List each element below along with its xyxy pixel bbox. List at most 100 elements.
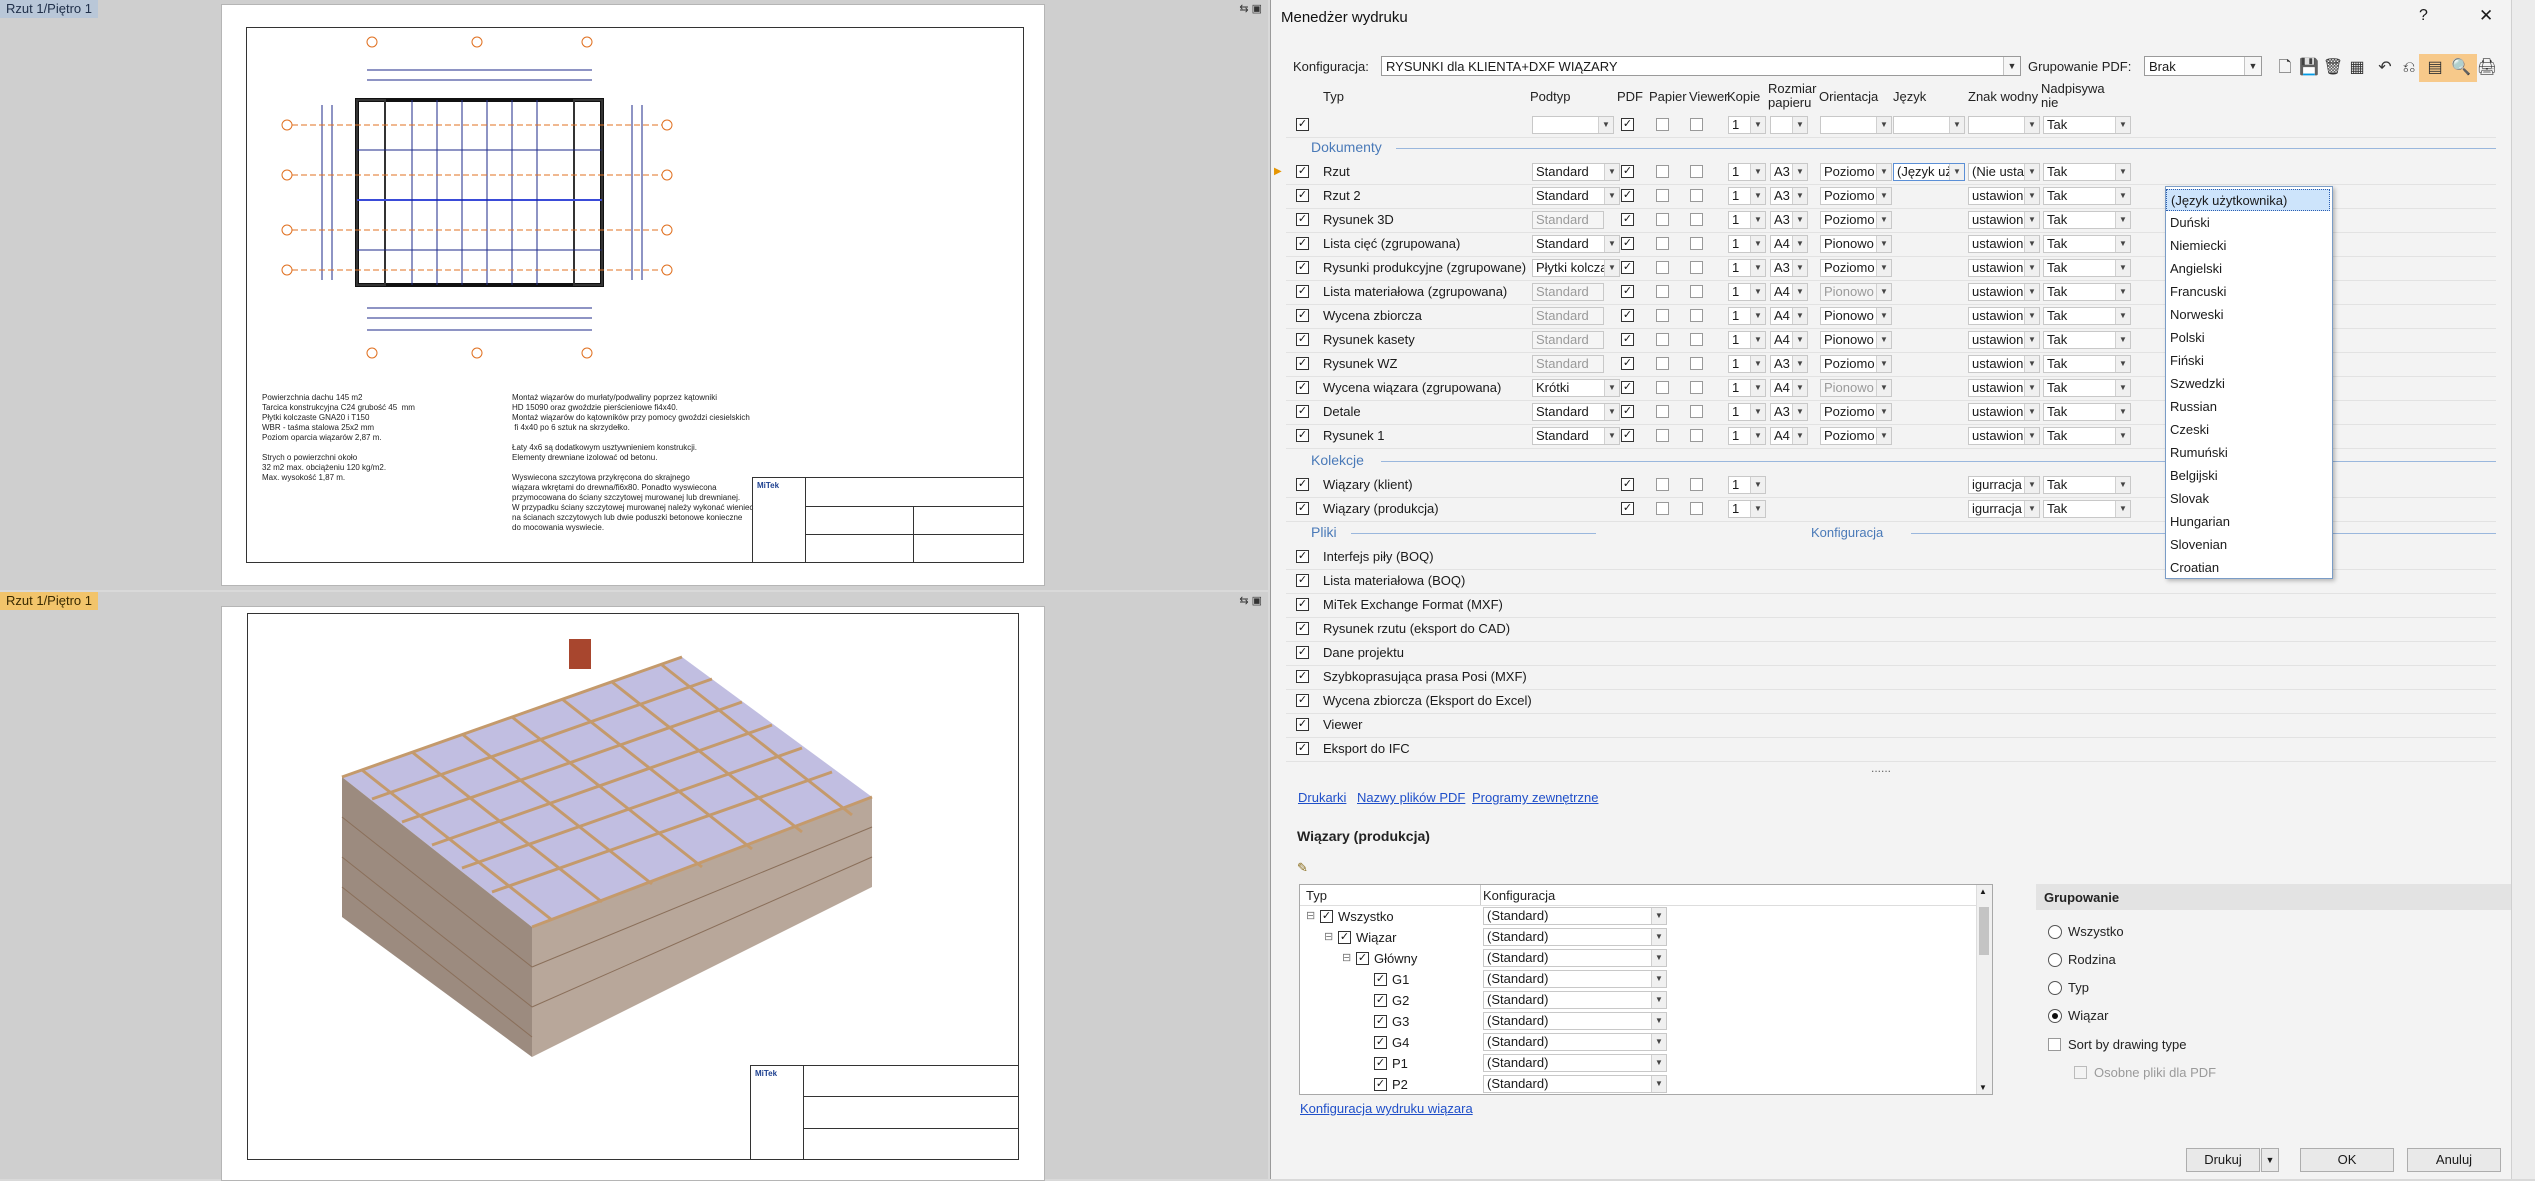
watermark-select[interactable]: ustawion ▼ [1968,211,2040,229]
subtype-select[interactable]: Płytki kolczast ▼ [1532,259,1620,277]
viewer-checkbox[interactable] [1690,478,1703,491]
language-option[interactable]: (Język użytkownika) [2166,189,2330,211]
subtype-select[interactable]: Krótki ▼ [1532,379,1620,397]
language-option[interactable]: Croatian [2166,557,2330,579]
copies-select[interactable]: 1 ▼ [1728,307,1766,325]
orientation-select[interactable]: Poziomo ▼ [1820,355,1892,373]
grouping-radio[interactable] [2048,953,2062,967]
col-header-watermark[interactable]: Znak wodny [1968,89,2038,104]
tree-row[interactable]: ✓ G2 (Standard) ▼ [1300,990,1976,1011]
copies-select[interactable]: 1 ▼ [1728,163,1766,181]
language-option[interactable]: Polski [2166,327,2330,349]
pdf-group-select[interactable]: Brak ▼ [2144,56,2262,76]
col-header-paper-size[interactable]: Rozmiar papieru [1768,82,1824,110]
orientation-select[interactable]: Poziomo ▼ [1820,163,1892,181]
language-option[interactable]: Niemiecki [2166,235,2330,257]
document-checkbox[interactable]: ✓ [1296,261,1309,274]
language-option[interactable]: Angielski [2166,258,2330,280]
language-option[interactable]: Norweski [2166,304,2330,326]
copies-select[interactable]: 1 ▼ [1728,211,1766,229]
select-all-checkbox[interactable]: ✓ [1296,118,1309,131]
copies-filter[interactable]: 1 ▼ [1728,116,1766,134]
language-option[interactable]: Slovak [2166,488,2330,510]
tree-checkbox[interactable]: ✓ [1320,910,1333,923]
orient-filter[interactable]: ▼ [1820,116,1892,134]
file-checkbox[interactable]: ✓ [1296,646,1309,659]
print-icon[interactable]: 🖨 [2471,54,2503,82]
language-select[interactable]: (Język użytko▼ [1893,163,1965,181]
pdf-checkbox[interactable]: ✓ [1621,357,1634,370]
paper-filter-checkbox[interactable] [1656,118,1669,131]
paper-checkbox[interactable] [1656,261,1669,274]
paper-size-select[interactable]: A4 ▼ [1770,427,1808,445]
pdf-checkbox[interactable]: ✓ [1621,309,1634,322]
file-checkbox[interactable]: ✓ [1296,550,1309,563]
override-select[interactable]: Tak ▼ [2043,307,2131,325]
paper-checkbox[interactable] [1656,357,1669,370]
watermark-select[interactable]: ustawion ▼ [1968,283,2040,301]
override-select[interactable]: Tak ▼ [2043,187,2131,205]
file-row[interactable]: ✓ MiTek Exchange Format (MXF) [1286,593,2496,618]
print-dropdown-button[interactable]: ▼ [2261,1148,2279,1172]
config-select[interactable]: RYSUNKI dla KLIENTA+DXF WIĄZARY ▼ [1381,56,2021,76]
document-checkbox[interactable]: ✓ [1296,165,1309,178]
tree-config-select[interactable]: (Standard) ▼ [1483,1054,1667,1072]
collapse-icon[interactable]: ⊟ [1342,948,1351,969]
override-select[interactable]: Tak ▼ [2043,283,2131,301]
paper-checkbox[interactable] [1656,213,1669,226]
language-option[interactable]: Rumuński [2166,442,2330,464]
tree-config-select[interactable]: (Standard) ▼ [1483,1012,1667,1030]
paper-checkbox[interactable] [1656,381,1669,394]
tree-config-select[interactable]: (Standard) ▼ [1483,1033,1667,1051]
tree-config-select[interactable]: (Standard) ▼ [1483,907,1667,925]
pdf-checkbox[interactable]: ✓ [1621,213,1634,226]
paper-size-select[interactable]: A3 ▼ [1770,163,1808,181]
language-dropdown[interactable]: (Język użytkownika) Duński Niemiecki Angiel… [2165,186,2333,579]
language-option[interactable]: Francuski [2166,281,2330,303]
file-checkbox[interactable]: ✓ [1296,598,1309,611]
copies-select[interactable]: 1 ▼ [1728,476,1766,494]
subtype-select[interactable]: Standard ▼ [1532,187,1620,205]
col-header-viewer[interactable]: Viewer [1689,89,1729,104]
subtype-select[interactable]: Standard ▼ [1532,403,1620,421]
paper-size-select[interactable]: A3 ▼ [1770,211,1808,229]
paper-checkbox[interactable] [1656,285,1669,298]
tree-row[interactable]: ✓ P1 (Standard) ▼ [1300,1053,1976,1074]
document-checkbox[interactable]: ✓ [1296,429,1309,442]
paper-size-select[interactable]: A3 ▼ [1770,259,1808,277]
tree-checkbox[interactable]: ✓ [1356,952,1369,965]
file-checkbox[interactable]: ✓ [1296,670,1309,683]
size-filter[interactable]: ▼ [1770,116,1808,134]
pdf-checkbox[interactable]: ✓ [1621,261,1634,274]
viewer-checkbox[interactable] [1690,261,1703,274]
tree-config-select[interactable]: (Standard) ▼ [1483,949,1667,967]
override-filter[interactable]: Tak ▼ [2043,116,2131,134]
viewer-checkbox[interactable] [1690,405,1703,418]
override-select[interactable]: Tak ▼ [2043,476,2131,494]
tree-row[interactable]: ✓ G4 (Standard) ▼ [1300,1032,1976,1053]
document-checkbox[interactable]: ✓ [1296,405,1309,418]
copies-select[interactable]: 1 ▼ [1728,331,1766,349]
paper-size-select[interactable]: A4 ▼ [1770,307,1808,325]
copies-select[interactable]: 1 ▼ [1728,283,1766,301]
cancel-button[interactable]: Anuluj [2407,1148,2501,1172]
file-row[interactable]: ✓ Szybkoprasująca prasa Posi (MXF) [1286,665,2496,690]
ok-button[interactable]: OK [2300,1148,2394,1172]
watermark-select[interactable]: ustawion ▼ [1968,187,2040,205]
collapse-icon[interactable]: ⊟ [1324,927,1333,948]
viewer-checkbox[interactable] [1690,357,1703,370]
tree-row[interactable]: ✓ G1 (Standard) ▼ [1300,969,1976,990]
tree-config-select[interactable]: (Standard) ▼ [1483,991,1667,1009]
pdf-checkbox[interactable]: ✓ [1621,478,1634,491]
tree-row[interactable]: ⊟ ✓ Główny (Standard) ▼ [1300,948,1976,969]
override-select[interactable]: Tak ▼ [2043,331,2131,349]
copies-select[interactable]: 1 ▼ [1728,500,1766,518]
viewport-controls[interactable]: ⇆ ▣ [1239,2,1262,15]
col-header-copies[interactable]: Kopie [1727,89,1760,104]
viewport-3d[interactable]: Rzut 1/Piętro 1 ⇆ ▣ MiTek [0,592,1268,1181]
pdf-checkbox[interactable]: ✓ [1621,189,1634,202]
tree-row[interactable]: ✓ P2 (Standard) ▼ [1300,1074,1976,1094]
tree-row[interactable]: ⊟ ✓ Wszystko (Standard) ▼ [1300,906,1976,927]
language-option[interactable]: Duński [2166,212,2330,234]
truss-settings-icon[interactable]: ✎ [1297,860,1313,876]
